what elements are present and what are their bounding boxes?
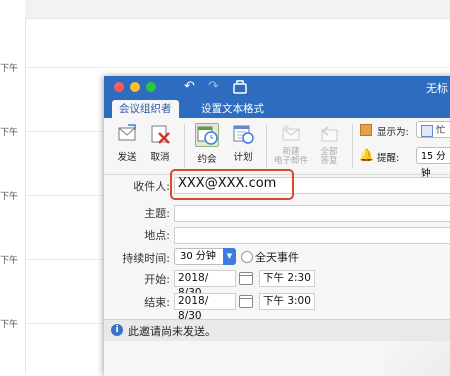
new-email-label-2: 电子邮件: [274, 156, 309, 166]
duration-label: 持续时间:: [122, 252, 170, 265]
info-message: 此邀请尚未发送。: [128, 325, 216, 338]
ribbon-separator: [184, 124, 185, 168]
calendar-time-label: 下午: [0, 192, 19, 202]
watermark: [384, 336, 450, 376]
show-as-icon: [360, 124, 372, 136]
window-title: 无标: [426, 82, 448, 95]
recipient-label: 收件人:: [133, 180, 170, 193]
close-window-button[interactable]: [114, 82, 124, 92]
show-as-label: 显示为:: [377, 127, 409, 138]
reply-all-button[interactable]: 全部 答复: [312, 123, 346, 166]
bell-icon: 🔔: [359, 148, 374, 162]
cancel-meeting-icon: [149, 123, 171, 145]
calendar-time-label: 下午: [0, 320, 19, 330]
cancel-label: 取消: [150, 152, 170, 163]
reminder-select[interactable]: 15 分钟: [416, 147, 450, 179]
subject-field[interactable]: [174, 205, 450, 222]
start-date-field[interactable]: 2018/ 8/30: [174, 270, 236, 299]
calendar-icon[interactable]: [239, 272, 253, 285]
zoom-window-button[interactable]: [146, 82, 156, 92]
duration-select[interactable]: 30 分钟 ▼: [174, 248, 236, 265]
tab-meeting-organizer[interactable]: 会议组织者: [112, 100, 179, 118]
ribbon-separator: [352, 124, 353, 168]
end-time-field[interactable]: 下午 3:00: [259, 293, 315, 310]
reminder-value: 15 分钟: [421, 151, 446, 179]
send-icon: [116, 123, 138, 145]
calendar-time-label: 下午: [0, 128, 19, 138]
meeting-window: ↶ ↷ 无标 会议组织者 设置文本格式 发送 取消 约会 计划 新建 电子邮件 …: [104, 76, 450, 376]
calendar-header: [25, 0, 450, 19]
appointment-label: 约会: [197, 154, 217, 165]
minimize-window-button[interactable]: [130, 82, 140, 92]
ribbon-separator: [266, 124, 267, 168]
reply-all-icon: [318, 123, 340, 145]
schedule-icon: [232, 123, 254, 145]
window-titlebar: ↶ ↷ 无标: [104, 76, 450, 98]
ribbon: 发送 取消 约会 计划 新建 电子邮件 全部 答复 显示为: 忙 🔔 提醒: 1…: [104, 118, 450, 179]
tab-format-text[interactable]: 设置文本格式: [194, 100, 271, 118]
cancel-button[interactable]: 取消: [143, 123, 177, 163]
reminder-label: 提醒:: [377, 153, 400, 164]
reply-all-label-2: 答复: [320, 156, 338, 166]
calendar-time-label: 下午: [0, 64, 19, 74]
show-as-select[interactable]: 忙: [416, 121, 450, 138]
calendar-divider: [25, 18, 26, 374]
all-day-label: 全天事件: [255, 251, 299, 264]
show-as-value: 忙: [436, 125, 446, 136]
start-label: 开始:: [144, 273, 170, 286]
redo-icon[interactable]: ↷: [208, 79, 219, 94]
save-icon[interactable]: [232, 79, 248, 98]
location-field[interactable]: [174, 227, 450, 244]
chevron-down-icon: ▼: [223, 248, 236, 265]
new-email-icon: [280, 123, 302, 145]
duration-value: 30 分钟: [180, 251, 216, 262]
calendar-icon[interactable]: [239, 295, 253, 308]
end-date-field[interactable]: 2018/ 8/30: [174, 293, 236, 322]
end-label: 结束:: [144, 296, 170, 309]
send-button[interactable]: 发送: [110, 123, 144, 163]
location-label: 地点:: [144, 229, 170, 242]
recipient-highlight: [170, 169, 294, 200]
info-icon: i: [111, 324, 123, 336]
schedule-label: 计划: [233, 152, 253, 163]
start-time-field[interactable]: 下午 2:30: [259, 270, 315, 287]
subject-label: 主题:: [144, 207, 170, 220]
send-label: 发送: [117, 152, 137, 163]
appointment-icon: [195, 123, 219, 147]
appointment-button[interactable]: 约会: [190, 123, 224, 165]
ribbon-tab-bar: 会议组织者 设置文本格式: [104, 98, 450, 118]
all-day-checkbox[interactable]: [241, 251, 253, 263]
schedule-button[interactable]: 计划: [226, 123, 260, 163]
calendar-row-line: [25, 67, 450, 68]
calendar-time-label: 下午: [0, 256, 19, 266]
undo-icon[interactable]: ↶: [184, 79, 195, 94]
busy-color-swatch: [421, 124, 433, 137]
new-email-button[interactable]: 新建 电子邮件: [274, 123, 308, 166]
